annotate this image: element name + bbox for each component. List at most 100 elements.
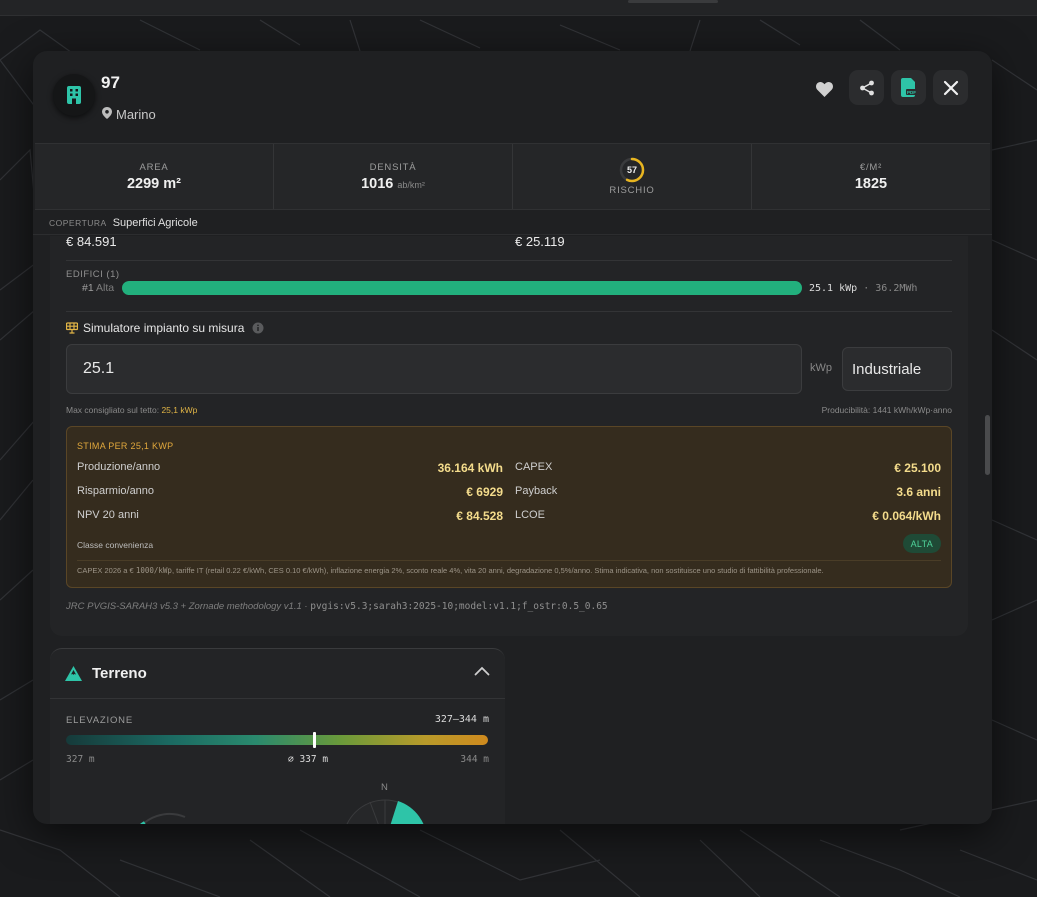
chevron-up-icon[interactable] <box>474 666 490 676</box>
edifici-bar <box>122 281 802 295</box>
note-suffix: , tariffe IT (retail 0.22 €/kWh, CES 0.1… <box>171 566 824 575</box>
svg-text:PDF: PDF <box>907 90 916 95</box>
copertura-label: COPERTURA <box>49 217 107 228</box>
est-label: Payback <box>515 485 558 497</box>
estimate-row: Produzione/anno 36.164 kWh <box>77 461 503 475</box>
solar-card: € 84.591 € 25.119 EDIFICI (1) #1 Alta 25… <box>50 236 968 636</box>
terreno-header[interactable]: Terreno <box>50 649 505 699</box>
share-button[interactable] <box>849 70 884 105</box>
note-prefix: CAPEX 2026 a € <box>77 566 134 575</box>
est-label: CAPEX <box>515 461 553 473</box>
edifici-index: #1 <box>82 282 94 294</box>
est-label: Produzione/anno <box>77 461 161 473</box>
est-label: LCOE <box>515 509 545 521</box>
divider <box>66 260 952 261</box>
elevation-range: 327–344 m <box>434 714 489 725</box>
elevation-min: 327 m <box>66 754 95 765</box>
max-hint: Max consigliato sul tetto: 25,1 kWp <box>66 405 197 415</box>
stat-density: DENSITÀ 1016 ab/km² <box>274 144 513 209</box>
source-sep: · <box>304 601 308 612</box>
type-select[interactable]: Industriale <box>842 347 952 391</box>
heart-icon <box>815 81 833 97</box>
edifici-label: EDIFICI (1) <box>66 269 120 280</box>
class-label: Classe convenienza <box>77 540 154 550</box>
location-label: Marino <box>116 107 156 122</box>
status-badge: ALTA <box>902 534 941 553</box>
location: Marino <box>102 107 156 122</box>
kwp-input[interactable]: 25.1 <box>66 344 802 394</box>
source-text: JRC PVGIS-SARAH3 v5.3 + Zornade methodol… <box>66 601 302 612</box>
simulator-title: Simulatore impianto su misura <box>66 321 264 335</box>
npv-value: € 84.591 <box>66 236 117 249</box>
copertura-row: COPERTURA Superfici Agricole <box>33 211 992 235</box>
elevation-max: 344 m <box>460 754 489 765</box>
edifici-power: 25.1 kWp <box>809 282 858 294</box>
copertura-value: Superfici Agricole <box>112 216 198 229</box>
estimate-row: Payback 3.6 anni <box>515 485 941 499</box>
estimate-box: STIMA PER 25,1 KWP Produzione/anno 36.164… <box>66 426 952 588</box>
close-icon <box>943 80 958 95</box>
elevation-bar <box>66 735 488 745</box>
est-value: 3.6 anni <box>896 485 941 499</box>
edifici-class: Alta <box>96 282 115 294</box>
terreno-title: Terreno <box>92 665 147 682</box>
est-value: € 84.528 <box>456 509 503 523</box>
mountain-icon <box>65 666 82 681</box>
producibility: Producibilità: 1441 kWh/kWp·anno <box>821 405 952 415</box>
elevation-avg: ⌀ 337 m <box>288 754 329 765</box>
stats-bar: AREA 2299 m² DENSITÀ 1016 ab/km² 57 RISC… <box>35 143 990 210</box>
estimate-note: CAPEX 2026 a € 1000/kWp, tariffe IT (ret… <box>77 566 824 575</box>
stat-label: DENSITÀ <box>369 161 417 173</box>
risk-value: 57 <box>626 165 637 175</box>
stat-value: 1016 ab/km² <box>361 176 425 192</box>
detail-panel: 97 Marino PDF AREA 2299 m² DENSITÀ 1016 … <box>33 51 992 824</box>
est-label: Risparmio/anno <box>77 485 155 497</box>
scroll-content[interactable]: € 84.591 € 25.119 EDIFICI (1) #1 Alta 25… <box>33 236 992 824</box>
compass-north-label: N <box>381 782 388 793</box>
stat-area: AREA 2299 m² <box>35 144 274 209</box>
density-unit: ab/km² <box>397 179 425 190</box>
note-mono: 1000/kWp <box>135 566 172 575</box>
estimate-title: STIMA PER 25,1 KWP <box>77 441 174 451</box>
close-button[interactable] <box>933 70 968 105</box>
source-line: JRC PVGIS-SARAH3 v5.3 + Zornade methodol… <box>66 601 608 612</box>
top-strip <box>0 0 1037 16</box>
divider <box>66 311 952 312</box>
elevation-label: ELEVAZIONE <box>66 715 133 726</box>
est-value: € 25.100 <box>894 461 941 475</box>
stat-value: 2299 m² <box>126 175 181 192</box>
stat-risk: 57 RISCHIO <box>513 144 752 209</box>
info-icon[interactable] <box>252 322 264 334</box>
edifici-energy: 36.2MWh <box>875 282 918 294</box>
map-pin-icon <box>102 107 112 122</box>
estimate-row: CAPEX € 25.100 <box>515 461 941 475</box>
panel-header: 97 Marino PDF <box>33 51 992 143</box>
stat-label: €/M² <box>859 161 883 173</box>
capex-value: € 25.119 <box>515 236 565 249</box>
simulator-title-label: Simulatore impianto su misura <box>83 321 245 335</box>
stat-label: AREA <box>139 161 169 173</box>
solar-panel-icon <box>66 322 78 334</box>
estimate-row: NPV 20 anni € 84.528 <box>77 509 503 523</box>
page-title: 97 <box>101 73 120 92</box>
est-value: € 0.064/kWh <box>872 509 941 523</box>
scrollbar[interactable] <box>985 415 990 475</box>
aspect-compass <box>346 799 424 824</box>
favorite-button[interactable] <box>813 79 835 99</box>
slope-gauge <box>139 812 186 824</box>
pdf-export-button[interactable]: PDF <box>891 70 926 105</box>
divider <box>77 560 941 561</box>
share-icon <box>859 80 874 95</box>
max-hint-label: Max consigliato sul tetto: <box>66 405 160 415</box>
estimate-row: Risparmio/anno € 6929 <box>77 485 503 499</box>
stat-value: 1825 <box>854 175 888 192</box>
stat-label: RISCHIO <box>609 185 655 196</box>
max-hint-value: 25,1 kWp <box>161 405 198 415</box>
building-icon <box>53 74 95 116</box>
top-pill <box>628 0 718 3</box>
stat-price: €/M² 1825 <box>752 144 990 209</box>
est-value: € 6929 <box>466 485 503 499</box>
source-code: pvgis:v5.3;sarah3:2025-10;model:v1.1;f_o… <box>310 601 608 612</box>
edifici-value: 25.1 kWp · 36.2MWh <box>809 283 917 294</box>
terreno-card: Terreno ELEVAZIONE 327–344 m 327 m ⌀ 337… <box>50 648 505 824</box>
